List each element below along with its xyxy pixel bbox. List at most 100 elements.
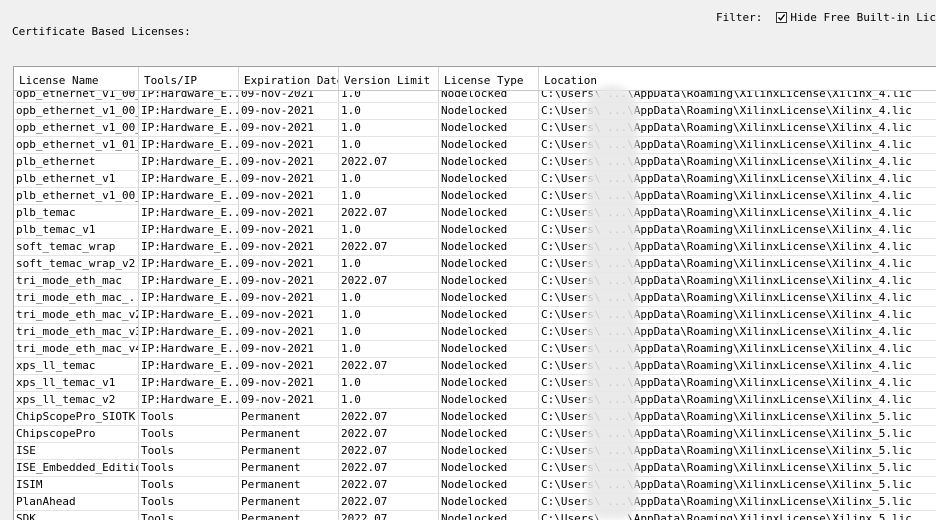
expiration-date-cell: 09-nov-2021	[239, 222, 339, 238]
table-row[interactable]: ISE Tools Permanent 2022.07 Nodelocked C:\Use…	[14, 443, 936, 460]
tools-ip-cell: IP:Hardware_E...	[141, 239, 239, 255]
license-name-cell: xps_ll_temac_v1	[14, 375, 139, 391]
table-row[interactable]: ISE_Embedded_Edition Tools Permanent 2022.0…	[14, 460, 936, 477]
license-name-cell: PlanAhead	[14, 494, 139, 510]
license-type-cell: Nodelocked	[439, 392, 539, 408]
license-name-cell: opb_ethernet_v1_00_m	[16, 120, 139, 136]
hide-free-licenses-checkbox[interactable]	[776, 12, 788, 23]
expiration-date-cell: 09-nov-2021	[239, 324, 339, 340]
license-type-cell: Nodelocked	[439, 103, 539, 119]
license-name-cell: tri_mode_eth_mac_v4	[16, 341, 139, 357]
column-header-license-type[interactable]: License Type	[439, 67, 539, 90]
column-header-expiration-date[interactable]: Expiration Date	[239, 67, 339, 90]
license-type-cell: Nodelocked	[439, 120, 539, 136]
tools-ip-cell: IP:Hardware_E...	[141, 375, 239, 391]
table-row[interactable]: tri_mode_eth_mac IP:Hardware_E... 09-nov-2…	[14, 273, 936, 290]
table-row[interactable]: tri_mode_eth_mac_v3 IP:Hardware_E... 09-no…	[14, 324, 936, 341]
tools-ip-cell: IP:Hardware_E...	[141, 103, 239, 119]
license-name-cell: ChipscopePro	[14, 426, 139, 442]
tools-ip-cell: IP:Hardware_E...	[141, 137, 239, 153]
tools-ip-cell: IP:Hardware_E...	[141, 358, 239, 374]
table-header: License Name Tools/IP Expiration Date Ve…	[14, 67, 936, 91]
table-row[interactable]: ChipscopePro Tools Permanent 2022.07 Nodeloc…	[14, 426, 936, 443]
license-name-cell: plb_ethernet_v1	[14, 171, 139, 187]
license-table[interactable]: opb_ethernet_v1_00_k IP:Hardware_E... 09-n…	[13, 66, 936, 520]
license-type-cell: Nodelocked	[439, 256, 539, 272]
table-row[interactable]: plb_temac IP:Hardware_E... 09-nov-2021 2022…	[14, 205, 936, 222]
tools-ip-cell: IP:Hardware_E...	[141, 154, 239, 170]
version-limit-cell: 2022.07	[339, 273, 439, 289]
table-row[interactable]: xps_ll_temac IP:Hardware_E... 09-nov-2021 2…	[14, 358, 936, 375]
license-name-cell: ChipScopePro_SIOTK	[14, 409, 139, 425]
table-row[interactable]: ISIM Tools Permanent 2022.07 Nodelocked C:\Us…	[14, 477, 936, 494]
expiration-date-cell: Permanent	[239, 477, 339, 493]
license-name-cell: tri_mode_eth_mac	[14, 273, 139, 289]
hide-free-licenses-label[interactable]: Hide Free Built-in Licenses	[790, 11, 936, 24]
version-limit-cell: 1.0	[339, 392, 439, 408]
table-row[interactable]: ChipScopePro_SIOTK Tools Permanent 2022.07 N…	[14, 409, 936, 426]
expiration-date-cell: Permanent	[239, 460, 339, 476]
tools-ip-cell: IP:Hardware_E...	[141, 222, 239, 238]
tools-ip-cell: IP:Hardware_E...	[141, 290, 239, 306]
version-limit-cell: 1.0	[339, 222, 439, 238]
column-header-license-name[interactable]: License Name	[14, 67, 139, 90]
table-row[interactable]: plb_ethernet IP:Hardware_E... 09-nov-2021 2…	[14, 154, 936, 171]
license-type-cell: Nodelocked	[439, 409, 539, 425]
table-row[interactable]: tri_mode_eth_mac_... IP:Hardware_E... 09-n…	[14, 290, 936, 307]
version-limit-cell: 2022.07	[339, 460, 439, 476]
table-row[interactable]: plb_temac_v1 IP:Hardware_E... 09-nov-2021 1…	[14, 222, 936, 239]
table-row[interactable]: tri_mode_eth_mac_v2 IP:Hardware_E... 09-no…	[14, 307, 936, 324]
version-limit-cell: 1.0	[339, 103, 439, 119]
table-row[interactable]: opb_ethernet_v1_00_l IP:Hardware_E... 09-n…	[14, 103, 936, 120]
version-limit-cell: 1.0	[339, 375, 439, 391]
version-limit-cell: 2022.07	[339, 358, 439, 374]
tools-ip-cell: Tools	[139, 409, 239, 425]
license-name-cell: ISE_Embedded_Edition	[16, 460, 139, 476]
license-name-cell: plb_temac_v1	[14, 222, 139, 238]
column-header-version-limit[interactable]: Version Limit	[339, 67, 439, 90]
tools-ip-cell: Tools	[139, 443, 239, 459]
expiration-date-cell: 09-nov-2021	[239, 290, 339, 306]
expiration-date-cell: 09-nov-2021	[239, 239, 339, 255]
version-limit-cell: 1.0	[339, 307, 439, 323]
table-row[interactable]: soft_temac_wrap_v2 IP:Hardware_E... 09-nov…	[14, 256, 936, 273]
filter-bar: Filter: Hide Free Built-in Licenses	[716, 11, 936, 24]
version-limit-cell: 1.0	[339, 137, 439, 153]
section-label: Certificate Based Licenses:	[12, 25, 191, 38]
table-row[interactable]: plb_ethernet_v1_00_a IP:Hardware_E... 09-n…	[14, 188, 936, 205]
column-header-location[interactable]: Location	[539, 67, 936, 90]
license-name-cell: ISIM	[14, 477, 139, 493]
expiration-date-cell: 09-nov-2021	[239, 256, 339, 272]
table-row[interactable]: xps_ll_temac_v1 IP:Hardware_E... 09-nov-20…	[14, 375, 936, 392]
table-row[interactable]: tri_mode_eth_mac_v4 IP:Hardware_E... 09-no…	[14, 341, 936, 358]
license-name-cell: xps_ll_temac_v2	[14, 392, 139, 408]
license-table-body: opb_ethernet_v1_00_k IP:Hardware_E... 09-n…	[14, 86, 936, 520]
tools-ip-cell: Tools	[139, 494, 239, 510]
expiration-date-cell: 09-nov-2021	[239, 205, 339, 221]
version-limit-cell: 1.0	[339, 256, 439, 272]
license-name-cell: soft_temac_wrap	[14, 239, 139, 255]
expiration-date-cell: 09-nov-2021	[239, 188, 339, 204]
table-row[interactable]: soft_temac_wrap IP:Hardware_E... 09-nov-20…	[14, 239, 936, 256]
tools-ip-cell: IP:Hardware_E...	[141, 307, 239, 323]
version-limit-cell: 1.0	[339, 120, 439, 136]
expiration-date-cell: 09-nov-2021	[239, 358, 339, 374]
license-name-cell: opb_ethernet_v1_00_l	[16, 103, 139, 119]
table-row[interactable]: opb_ethernet_v1_00_m IP:Hardware_E... 09-n…	[14, 120, 936, 137]
license-type-cell: Nodelocked	[439, 137, 539, 153]
tools-ip-cell: Tools	[139, 426, 239, 442]
license-type-cell: Nodelocked	[439, 375, 539, 391]
table-row[interactable]: PlanAhead Tools Permanent 2022.07 Nodelocked…	[14, 494, 936, 511]
table-row[interactable]: plb_ethernet_v1 IP:Hardware_E... 09-nov-20…	[14, 171, 936, 188]
license-type-cell: Nodelocked	[439, 460, 539, 476]
table-row[interactable]: opb_ethernet_v1_01_a IP:Hardware_E... 09-n…	[14, 137, 936, 154]
column-header-tools-ip[interactable]: Tools/IP	[139, 67, 239, 90]
table-row[interactable]: xps_ll_temac_v2 IP:Hardware_E... 09-nov-20…	[14, 392, 936, 409]
filter-label: Filter:	[716, 11, 763, 24]
license-name-cell: tri_mode_eth_mac_v3	[16, 324, 139, 340]
expiration-date-cell: 09-nov-2021	[239, 392, 339, 408]
tools-ip-cell: IP:Hardware_E...	[141, 341, 239, 357]
version-limit-cell: 2022.07	[339, 239, 439, 255]
license-type-cell: Nodelocked	[439, 154, 539, 170]
license-name-cell: tri_mode_eth_mac_v2	[16, 307, 139, 323]
